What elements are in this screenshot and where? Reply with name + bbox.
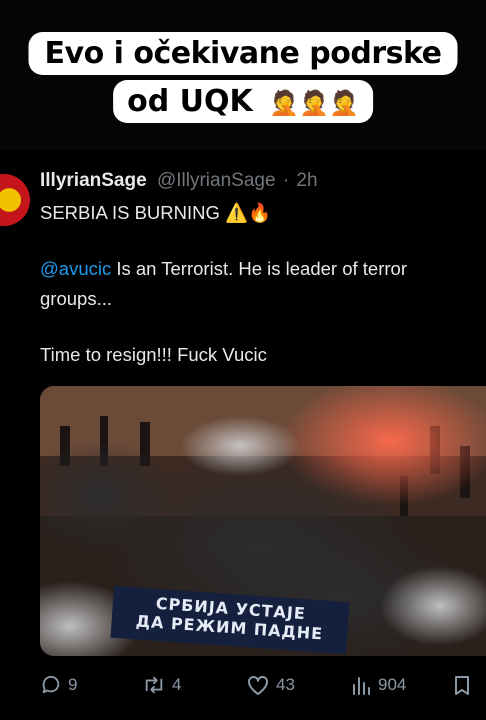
like-count: 43 <box>276 675 295 694</box>
tweet-text-line-3: groups... <box>40 288 112 309</box>
tweet-text-line-2: @avucic Is an Terrorist. He is leader of… <box>40 258 407 280</box>
avatar[interactable] <box>0 174 30 226</box>
views-count: 904 <box>378 675 407 694</box>
reply-count: 9 <box>68 675 78 694</box>
handle[interactable]: @IllyrianSage <box>157 170 276 191</box>
repost-count: 4 <box>172 675 182 694</box>
reply-button[interactable]: 9 <box>40 674 77 696</box>
caption-text: od UQK <box>127 84 253 119</box>
tweet-image[interactable]: СРБИЈА УСТАЈЕ ДА РЕЖИМ ПАДНЕ <box>40 386 486 656</box>
tweet-text-line-1: SERBIA IS BURNING ⚠️🔥 <box>40 202 272 223</box>
separator-dot: · <box>282 170 290 191</box>
display-name[interactable]: IllyrianSage <box>40 170 147 191</box>
bookmark-icon <box>455 676 469 695</box>
reply-icon <box>42 675 60 694</box>
repost-button[interactable]: 4 <box>142 674 181 696</box>
story-caption-line-1: Evo i očekivane podrske <box>28 32 458 75</box>
bookmark-button[interactable] <box>452 674 472 696</box>
tweet-card[interactable]: IllyrianSage @IllyrianSage · 2h SERBIA I… <box>0 152 486 720</box>
tweet-header: IllyrianSage @IllyrianSage · 2h <box>40 170 318 192</box>
story-background <box>0 0 486 150</box>
repost-icon <box>145 676 163 694</box>
tweet-text-line-4: Time to resign!!! Fuck Vucic <box>40 344 267 365</box>
timestamp[interactable]: 2h <box>296 170 317 191</box>
facepalm-emoji: 🤦🤦🤦 <box>269 89 359 117</box>
story-caption-line-2: od UQK 🤦🤦🤦 <box>113 80 373 123</box>
mention-link[interactable]: @avucic <box>40 258 111 279</box>
views-button[interactable]: 904 <box>350 674 406 696</box>
like-button[interactable]: 43 <box>246 674 295 696</box>
tweet-actions: 9 4 43 904 <box>0 666 486 706</box>
like-icon <box>248 675 268 695</box>
tweet-text-continued: Is an Terrorist. He is leader of terror <box>111 258 407 279</box>
views-icon <box>353 677 370 695</box>
